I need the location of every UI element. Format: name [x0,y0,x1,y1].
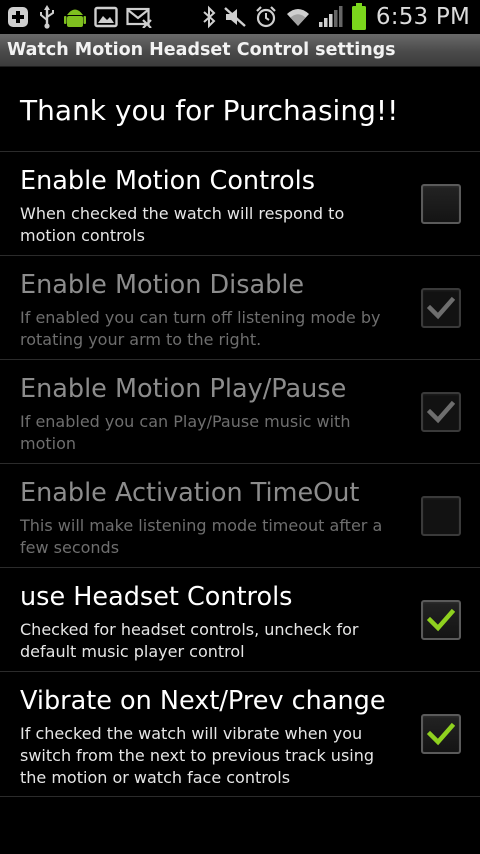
clock-time: 6:53 PM [375,4,470,30]
pref-enable-motion-play-pause: Enable Motion Play/Pause If enabled you … [0,360,480,464]
pref-title: Enable Motion Controls [20,166,315,196]
pref-summary: This will make listening mode timeout af… [20,516,383,557]
pref-title: Enable Motion Disable [20,270,305,300]
pref-title: Enable Activation TimeOut [20,478,360,508]
checkmark-icon [427,722,455,746]
image-icon [94,6,118,28]
checkmark-icon [427,608,455,632]
pref-title: Enable Motion Play/Pause [20,374,347,404]
pref-enable-motion-disable: Enable Motion Disable If enabled you can… [0,256,480,360]
checkmark-icon [427,296,455,320]
checkbox-enable-motion-controls[interactable] [421,184,461,224]
notification-icons [6,4,152,30]
mail-icon [126,7,152,28]
pref-title: use Headset Controls [20,582,293,612]
checkbox-vibrate-on-next-prev[interactable] [421,714,461,754]
pref-summary: If enabled you can turn off listening mo… [20,308,381,349]
checkbox-enable-activation-timeout [421,496,461,536]
thank-you-text: Thank you for Purchasing!! [20,94,399,127]
wifi-icon [286,9,309,26]
plus-box-icon [8,7,28,27]
pref-title: Vibrate on Next/Prev change [20,686,386,716]
checkmark-icon [427,400,455,424]
usb-icon [40,5,54,29]
pref-enable-motion-controls[interactable]: Enable Motion Controls When checked the … [0,152,480,256]
alarm-icon [256,6,276,28]
pref-enable-activation-timeout: Enable Activation TimeOut This will make… [0,464,480,568]
android-icon [64,9,86,27]
battery-icon [351,3,366,30]
mute-icon [224,7,246,27]
pref-summary: Checked for headset controls, uncheck fo… [20,620,359,661]
system-icons: 6:53 PM [202,3,470,31]
pref-summary: When checked the watch will respond to m… [20,204,345,245]
pref-use-headset-controls[interactable]: use Headset Controls Checked for headset… [0,568,480,672]
pref-summary: If checked the watch will vibrate when y… [20,724,375,787]
checkbox-use-headset-controls[interactable] [421,600,461,640]
pref-vibrate-on-next-prev[interactable]: Vibrate on Next/Prev change If checked t… [0,672,480,797]
screen-title: Watch Motion Headset Control settings [7,40,396,60]
checkbox-enable-motion-disable [421,288,461,328]
checkbox-enable-motion-play-pause [421,392,461,432]
title-bar: Watch Motion Headset Control settings [0,34,480,67]
signal-icon [318,6,343,27]
pref-summary: If enabled you can Play/Pause music with… [20,412,351,453]
thank-you-header: Thank you for Purchasing!! [0,67,480,152]
bluetooth-icon [203,5,216,29]
preferences-list: Thank you for Purchasing!! Enable Motion… [0,67,480,797]
status-bar: 6:53 PM [0,0,480,34]
